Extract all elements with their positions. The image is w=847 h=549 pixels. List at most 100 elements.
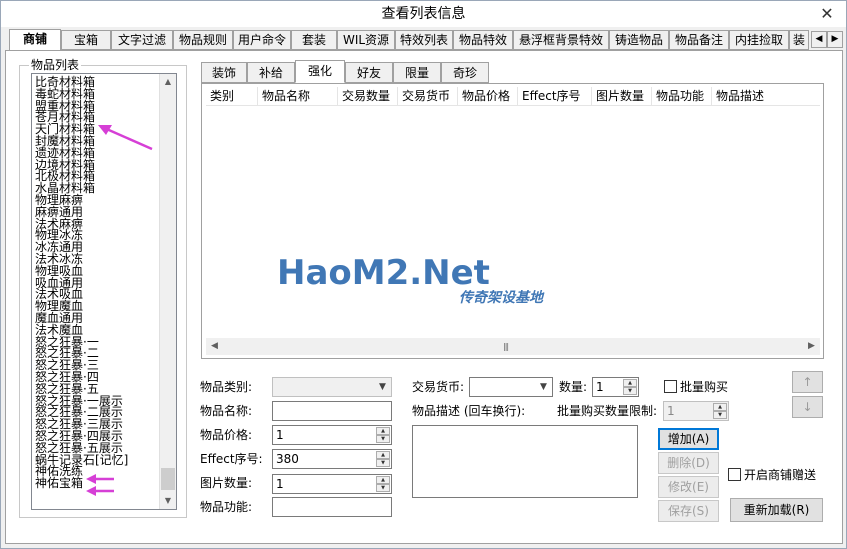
bulk-buy-label: 批量购买 [680,380,729,394]
spin-up-icon: ▲ [376,451,390,459]
tab-suits[interactable]: 套装 [291,30,337,50]
column-header-function[interactable]: 物品功能 [652,87,712,106]
add-button[interactable]: 增加(A) [658,428,719,450]
spin-buttons[interactable]: ▲ ▼ [713,403,727,419]
column-header-trade-qty[interactable]: 交易数量 [338,87,398,106]
shop-item-listview[interactable]: 类别 物品名称 交易数量 交易货币 物品价格 Effect序号 图片数量 物品功… [201,83,824,359]
window-title: 查看列表信息 [381,6,466,22]
column-header-description[interactable]: 物品描述 [712,87,820,106]
scroll-right-icon[interactable]: ▶ [803,338,820,355]
list-item[interactable]: 麻痹通用 [35,206,83,218]
price-value: 1 [276,428,284,442]
subtab-enhance[interactable]: 强化 [295,60,345,83]
tab-text-filter[interactable]: 文字过滤 [111,30,173,50]
watermark-logo: HaoM2.Net 传奇架设基地 [277,256,545,306]
category-select[interactable]: ▼ [272,377,392,397]
tab-scroll-left-icon[interactable]: ◀ [811,31,827,48]
tab-tooltip-bg-effects[interactable]: 悬浮框背景特效 [513,30,609,50]
list-item[interactable]: 物理吸血 [35,265,83,277]
item-list-scrollbar[interactable]: ▲ ▼ [159,74,176,509]
shop-gift-label: 开启商铺赠送 [744,468,817,482]
shop-gift-checkbox[interactable] [728,468,741,481]
list-item[interactable]: 神佑宝箱 [35,477,83,489]
list-item[interactable]: 怒之狂暴·五 [35,383,99,395]
spin-buttons[interactable]: ▲ ▼ [376,427,390,443]
spin-buttons[interactable]: ▲ ▼ [376,476,390,492]
scroll-grip-icon[interactable]: ||| [503,342,509,351]
list-item[interactable]: 遗迹材料箱 [35,147,95,159]
title-bar: 查看列表信息 ✕ [1,1,846,27]
tab-item-rules[interactable]: 物品规则 [173,30,233,50]
tab-scroll-right-icon[interactable]: ▶ [827,31,843,48]
item-name-label: 物品名称: [200,404,253,418]
item-list-group-label: 物品列表 [29,56,82,73]
column-header-item-name[interactable]: 物品名称 [258,87,338,106]
quantity-label: 数量: [559,380,588,394]
tab-auto-pickup[interactable]: 内挂捡取 [729,30,789,50]
tab-user-commands[interactable]: 用户命令 [233,30,291,50]
image-count-stepper[interactable]: 1 ▲ ▼ [272,474,392,494]
subtab-limited[interactable]: 限量 [393,62,441,83]
spin-buttons[interactable]: ▲ ▼ [376,451,390,467]
column-header-price[interactable]: 物品价格 [458,87,518,106]
list-item[interactable]: 法术魔血 [35,324,83,336]
tab-treasure-box[interactable]: 宝箱 [61,30,111,50]
delete-button[interactable]: 删除(D) [658,452,719,474]
scroll-up-icon[interactable]: ▲ [160,74,176,90]
description-label: 物品描述 (回车换行): [412,404,526,418]
subtab-decoration[interactable]: 装饰 [201,62,247,83]
price-stepper[interactable]: 1 ▲ ▼ [272,425,392,445]
spin-down-icon: ▼ [376,484,390,492]
move-up-button[interactable]: ↑ [792,371,823,393]
save-button[interactable]: 保存(S) [658,500,719,522]
listview-header: 类别 物品名称 交易数量 交易货币 物品价格 Effect序号 图片数量 物品功… [206,87,820,106]
move-down-button[interactable]: ↓ [792,396,823,418]
arrow-up-icon: ↑ [802,375,813,389]
column-header-currency[interactable]: 交易货币 [398,87,458,106]
subtab-friends[interactable]: 好友 [345,62,393,83]
scroll-left-icon[interactable]: ◀ [206,338,223,355]
modify-button[interactable]: 修改(E) [658,476,719,498]
effect-index-stepper[interactable]: 380 ▲ ▼ [272,449,392,469]
chevron-down-icon: ▼ [379,382,386,392]
subtab-supply[interactable]: 补给 [247,62,295,83]
tab-item-effects[interactable]: 物品特效 [453,30,513,50]
chevron-down-icon: ▼ [540,382,547,392]
description-textarea[interactable] [412,425,638,498]
column-header-effect-index[interactable]: Effect序号 [518,87,592,106]
annotation-arrow-icon [86,474,114,496]
quantity-stepper[interactable]: 1 ▲ ▼ [592,377,639,397]
list-item[interactable]: 怒之狂暴·五展示 [35,442,123,454]
reload-button[interactable]: 重新加载(R) [730,498,823,522]
bulk-buy-checkbox[interactable] [664,380,677,393]
spin-buttons[interactable]: ▲ ▼ [623,379,637,395]
bulk-limit-stepper[interactable]: 1 ▲ ▼ [663,401,729,421]
tab-wil-resources[interactable]: WIL资源 [337,30,395,50]
scroll-down-icon[interactable]: ▼ [160,493,176,509]
dialog-window: 查看列表信息 ✕ 商铺 宝箱 文字过滤 物品规则 用户命令 套装 WIL资源 特… [0,0,847,549]
listview-hscrollbar[interactable]: ◀ ||| ▶ [206,338,820,355]
bulk-limit-label: 批量购买数量限制: [557,404,658,418]
item-name-input[interactable] [272,401,392,421]
category-label: 物品类别: [200,380,253,394]
tab-more[interactable]: 装 [789,30,809,50]
list-item[interactable]: 毒蛇材料箱 [35,88,95,100]
currency-label: 交易货币: [412,380,465,394]
currency-select[interactable]: ▼ [469,377,553,397]
subtab-rare[interactable]: 奇珍 [441,62,489,83]
function-label: 物品功能: [200,500,253,514]
close-button[interactable]: ✕ [814,3,840,25]
function-input[interactable] [272,497,392,517]
tab-effects-list[interactable]: 特效列表 [395,30,453,50]
effect-index-value: 380 [276,452,299,466]
annotation-arrow-icon [98,125,153,151]
column-header-image-count[interactable]: 图片数量 [592,87,652,106]
spin-up-icon: ▲ [376,427,390,435]
scroll-thumb[interactable] [161,468,175,490]
spin-up-icon: ▲ [376,476,390,484]
column-header-category[interactable]: 类别 [206,87,258,106]
main-tab-strip: 商铺 宝箱 文字过滤 物品规则 用户命令 套装 WIL资源 特效列表 物品特效 … [5,29,843,51]
tab-item-notes[interactable]: 物品备注 [669,30,729,50]
tab-forge-items[interactable]: 铸造物品 [609,30,669,50]
tab-shop[interactable]: 商铺 [9,29,61,51]
